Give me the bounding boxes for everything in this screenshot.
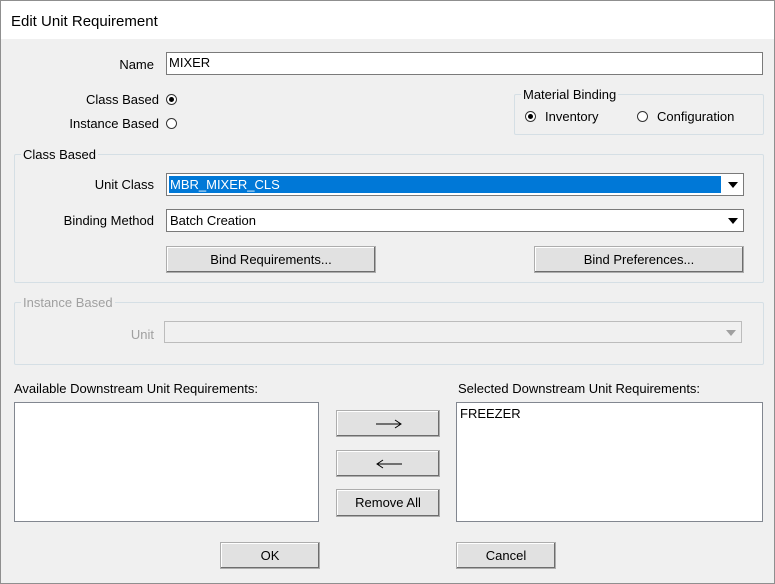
configuration-radio[interactable]	[637, 111, 648, 122]
class-based-group-title: Class Based	[21, 147, 98, 162]
bind-requirements-button[interactable]: Bind Requirements...	[166, 246, 376, 273]
unit-class-value: MBR_MIXER_CLS	[169, 176, 721, 193]
instance-based-radio-label: Instance Based	[69, 116, 159, 131]
name-label: Name	[119, 57, 154, 72]
unit-class-label: Unit Class	[94, 177, 154, 192]
chevron-down-icon[interactable]	[722, 323, 740, 341]
binding-method-select[interactable]: Batch Creation	[166, 209, 744, 232]
remove-all-button[interactable]: Remove All	[336, 489, 440, 517]
unit-label: Unit	[130, 327, 154, 342]
instance-based-group-title: Instance Based	[21, 295, 115, 310]
available-list-label: Available Downstream Unit Requirements:	[14, 381, 258, 396]
binding-method-value: Batch Creation	[170, 213, 256, 228]
inventory-radio[interactable]	[525, 111, 536, 122]
bind-preferences-button[interactable]: Bind Preferences...	[534, 246, 744, 273]
instance-based-radio[interactable]	[166, 118, 177, 129]
name-input[interactable]: MIXER	[166, 52, 763, 75]
add-arrow-button[interactable]	[336, 410, 440, 437]
window-title: Edit Unit Requirement	[11, 13, 158, 30]
selected-list-label: Selected Downstream Unit Requirements:	[458, 381, 701, 396]
selected-requirements-list[interactable]: FREEZER	[456, 402, 763, 522]
remove-arrow-button[interactable]	[336, 450, 440, 477]
material-binding-title: Material Binding	[521, 87, 619, 102]
class-based-radio-label: Class Based	[86, 92, 159, 107]
inventory-radio-label: Inventory	[545, 109, 599, 124]
unit-select[interactable]	[164, 321, 742, 343]
arrow-right-icon	[376, 419, 402, 429]
ok-button[interactable]: OK	[220, 542, 320, 569]
unit-value	[167, 324, 719, 340]
cancel-button[interactable]: Cancel	[456, 542, 556, 569]
chevron-down-icon[interactable]	[724, 211, 742, 230]
title-bar: Edit Unit Requirement	[1, 1, 774, 39]
available-requirements-list[interactable]	[14, 402, 319, 522]
list-item[interactable]: FREEZER	[460, 406, 521, 421]
arrow-left-icon	[376, 459, 402, 469]
class-based-radio[interactable]	[166, 94, 177, 105]
configuration-radio-label: Configuration	[657, 109, 735, 124]
edit-unit-requirement-dialog: Edit Unit Requirement Name MIXER Class B…	[0, 0, 775, 584]
chevron-down-icon[interactable]	[724, 175, 742, 194]
binding-method-label: Binding Method	[63, 213, 154, 228]
unit-class-select[interactable]: MBR_MIXER_CLS	[166, 173, 744, 196]
